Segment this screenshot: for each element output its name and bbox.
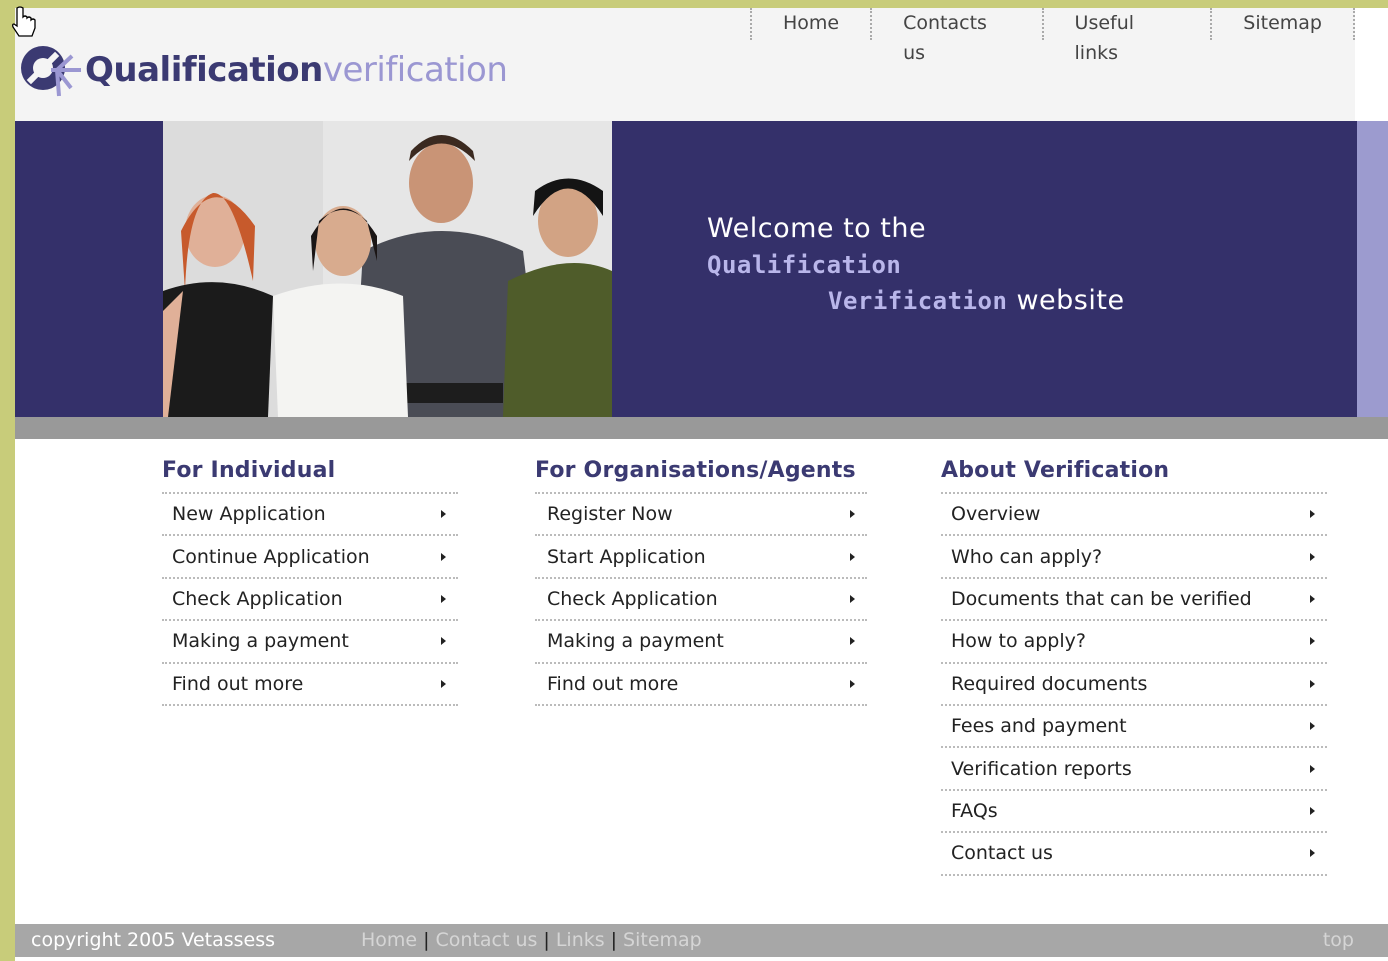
arrow-right-icon [1310,764,1315,773]
arrow-right-icon [441,594,446,603]
arrow-right-icon [850,679,855,688]
copyright-text: copyright 2005 Vetassess [31,929,276,951]
footer-separator: | [543,929,550,951]
banner-divider [15,417,1388,439]
footer-link-contact[interactable]: Contact us [436,929,538,951]
menu-item-label: Find out more [172,672,304,695]
banner-accent-stripe [1357,121,1388,417]
footer-separator: | [610,929,618,951]
individual-title: For Individual [162,458,458,494]
page: Qualificationverification Home Contacts … [15,8,1388,961]
welcome-message: Welcome to the Qualification Verificatio… [707,211,1127,319]
menu-item-label: New Application [172,503,326,526]
arrow-right-icon [441,552,446,561]
arrow-right-icon [1310,806,1315,815]
menu-item-label: Overview [951,503,1041,526]
footer-links: Home | Contact us | Links | Sitemap [361,929,702,951]
org-item-register-now[interactable]: Register Now [535,494,867,537]
individual-item-continue-application[interactable]: Continue Application [162,536,458,579]
about-item-contact-us[interactable]: Contact us [941,833,1327,876]
arrow-right-icon [850,552,855,561]
arrow-right-icon [1310,849,1315,858]
organisations-section: For Organisations/Agents Register Now St… [535,458,867,706]
about-item-faqs[interactable]: FAQs [941,791,1327,834]
menu-item-label: Who can apply? [951,545,1103,568]
welcome-suffix: website [1007,285,1125,316]
about-item-who-can-apply[interactable]: Who can apply? [941,536,1327,579]
arrow-right-icon [850,594,855,603]
about-item-how-to-apply[interactable]: How to apply? [941,621,1327,664]
menu-item-label: Making a payment [172,630,349,653]
menu-item-label: FAQs [951,799,998,822]
arrow-right-icon [1310,679,1315,688]
about-item-overview[interactable]: Overview [941,494,1327,537]
menu-item-label: Fees and payment [951,715,1127,738]
individual-item-new-application[interactable]: New Application [162,494,458,537]
nav-contacts[interactable]: Contacts us [870,8,1041,64]
menu-item-label: Check Application [172,587,343,610]
about-item-required-documents[interactable]: Required documents [941,664,1327,706]
about-item-documents-verified[interactable]: Documents that can be verified [941,579,1327,622]
welcome-prefix: Welcome to the [707,213,927,244]
menu-item-label: Find out more [547,672,679,695]
about-title: About Verification [941,458,1327,494]
arrow-right-icon [1310,594,1315,603]
org-item-find-out-more[interactable]: Find out more [535,664,867,706]
footer-link-home[interactable]: Home [361,929,417,951]
arrow-right-icon [1310,552,1315,561]
org-item-start-application[interactable]: Start Application [535,536,867,579]
arrow-right-icon [1310,722,1315,731]
arrow-right-icon [441,637,446,646]
footer: copyright 2005 Vetassess Home | Contact … [15,924,1388,957]
individual-menu: New Application Continue Application Che… [162,494,458,706]
welcome-highlight-1: Qualification [707,251,902,279]
hero-photo [163,121,612,417]
hero-banner: Welcome to the Qualification Verificatio… [15,121,1388,417]
back-to-top-link[interactable]: top [1323,929,1354,951]
brand-name: Qualificationverification [85,50,508,90]
menu-item-label: Required documents [951,672,1148,695]
arrow-right-icon [441,510,446,519]
arrow-right-icon [850,510,855,519]
arrow-right-icon [850,637,855,646]
individual-item-check-application[interactable]: Check Application [162,579,458,622]
about-item-fees-payment[interactable]: Fees and payment [941,706,1327,749]
individual-section: For Individual New Application Continue … [162,458,458,706]
nav-home[interactable]: Home [750,8,870,40]
menu-item-label: Documents that can be verified [951,587,1252,610]
footer-link-links[interactable]: Links [556,929,605,951]
menu-item-label: Making a payment [547,630,724,653]
arrow-right-icon [441,679,446,688]
site-logo[interactable]: Qualificationverification [17,38,508,102]
nav-sitemap[interactable]: Sitemap [1210,8,1355,40]
about-menu: Overview Who can apply? Documents that c… [941,494,1327,876]
org-item-making-payment[interactable]: Making a payment [535,621,867,664]
brand-light: verification [322,50,508,90]
footer-link-sitemap[interactable]: Sitemap [623,929,702,951]
arrow-right-icon [1310,510,1315,519]
organisations-title: For Organisations/Agents [535,458,867,494]
header: Qualificationverification Home Contacts … [15,8,1355,121]
welcome-highlight-2: Verification [828,287,1008,315]
menu-item-label: Register Now [547,503,673,526]
org-item-check-application[interactable]: Check Application [535,579,867,622]
about-item-verification-reports[interactable]: Verification reports [941,748,1327,791]
about-section: About Verification Overview Who can appl… [941,458,1327,876]
menu-item-label: Continue Application [172,545,370,568]
menu-item-label: Contact us [951,842,1053,865]
menu-item-label: Check Application [547,587,718,610]
nav-useful-links[interactable]: Useful links [1041,8,1211,64]
menu-item-label: Start Application [547,545,706,568]
top-navigation: Home Contacts us Useful links Sitemap [750,8,1355,64]
brand-strong: Qualification [85,50,323,90]
individual-item-making-payment[interactable]: Making a payment [162,621,458,664]
arrow-right-icon [1310,637,1315,646]
logo-star-icon [21,46,81,97]
menu-item-label: Verification reports [951,757,1132,780]
organisations-menu: Register Now Start Application Check App… [535,494,867,706]
individual-item-find-out-more[interactable]: Find out more [162,664,458,706]
menu-item-label: How to apply? [951,630,1086,653]
hand-cursor-icon [12,6,36,37]
footer-separator: | [423,929,430,951]
